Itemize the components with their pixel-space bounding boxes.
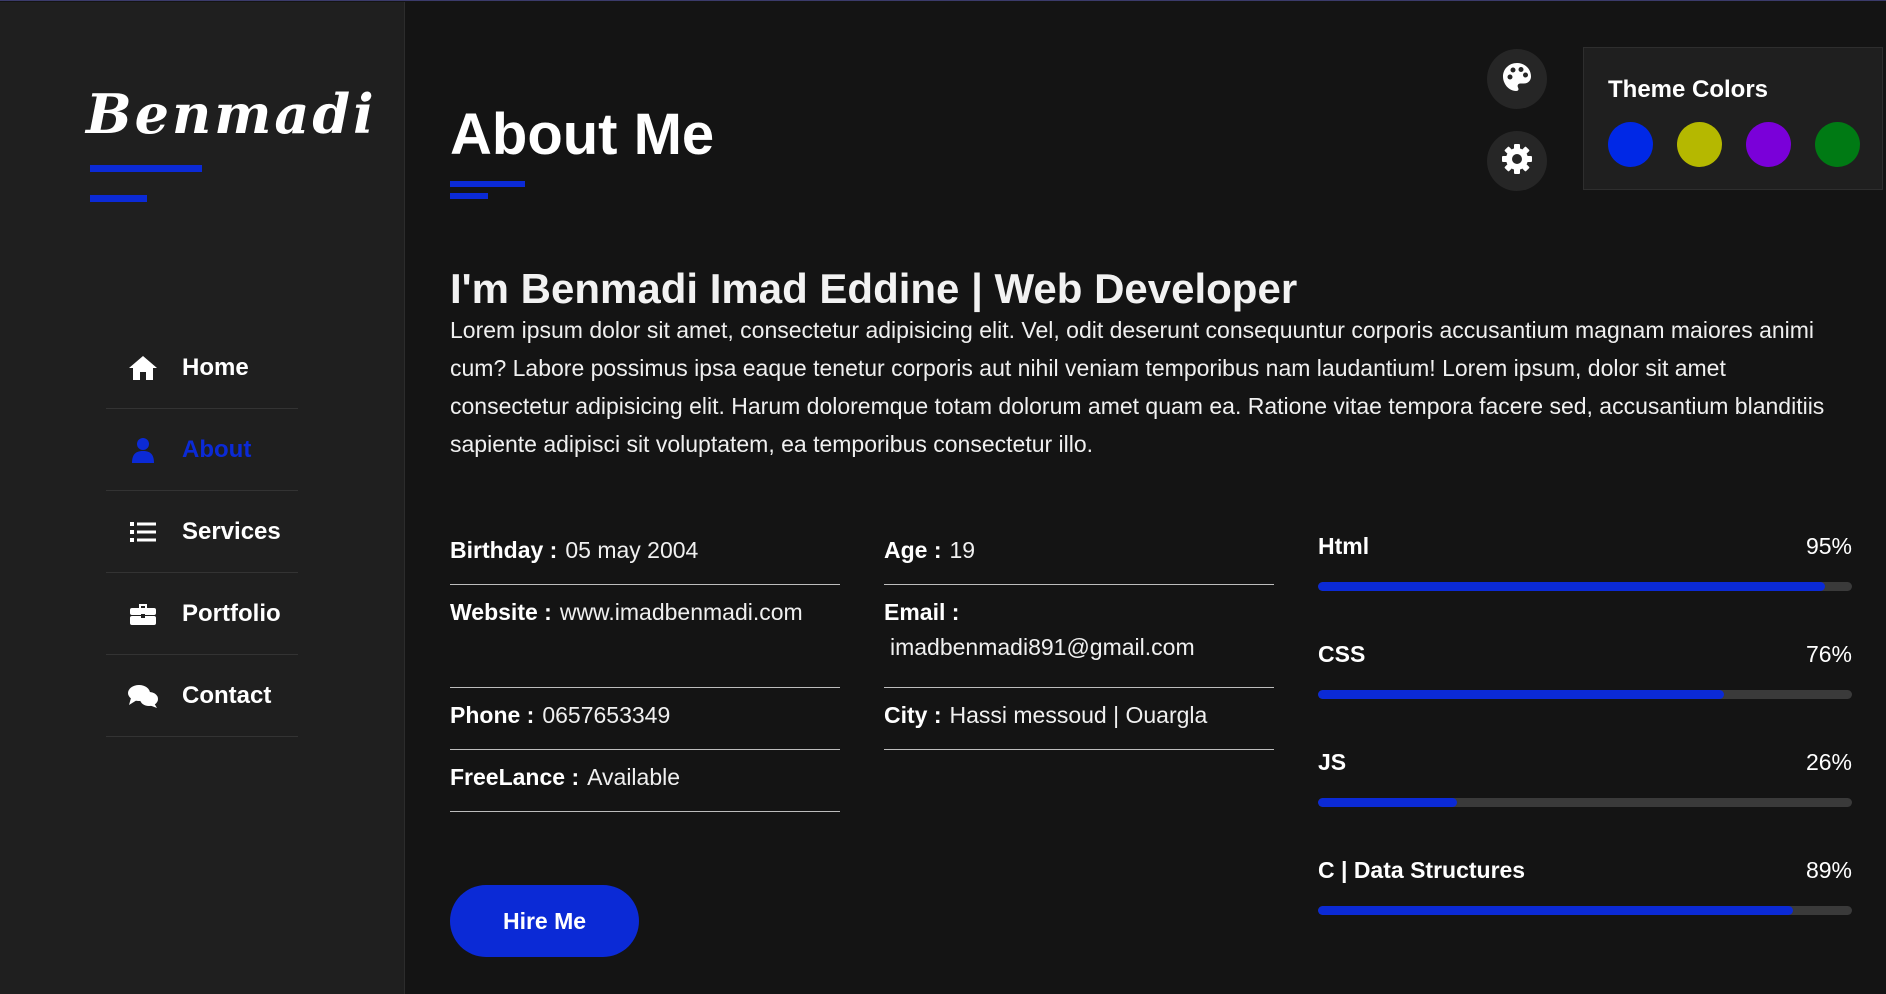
info-website: Website : www.imadbenmadi.com xyxy=(450,585,840,688)
skill-progress-fill xyxy=(1318,690,1724,699)
theme-swatch-blue[interactable] xyxy=(1608,122,1653,167)
theme-swatch-yellow[interactable] xyxy=(1677,122,1722,167)
info-key: Phone : xyxy=(450,702,535,728)
skills-list: Html 95% CSS 76% JS 26% C | Data Structu… xyxy=(1318,533,1852,965)
nav-label-services: Services xyxy=(182,517,281,545)
theme-colors-panel: Theme Colors xyxy=(1583,47,1883,190)
info-key: Age : xyxy=(884,537,942,563)
theme-swatch-purple[interactable] xyxy=(1746,122,1791,167)
info-key: FreeLance : xyxy=(450,764,580,790)
skill-percent: 76% xyxy=(1805,641,1852,667)
palette-toggle-button[interactable] xyxy=(1487,49,1547,109)
title-underline-short xyxy=(450,193,488,199)
nav-label-portfolio: Portfolio xyxy=(182,599,281,627)
palette-icon xyxy=(1502,62,1532,97)
page-title: About Me xyxy=(450,102,715,167)
sidebar: Benmadi Home About Services Portfolio Co… xyxy=(0,2,405,994)
skill-percent: 89% xyxy=(1805,857,1852,883)
logo[interactable]: Benmadi xyxy=(86,82,377,146)
info-age: Age : 19 xyxy=(884,523,1274,585)
info-birthday: Birthday : 05 may 2004 xyxy=(450,523,840,585)
title-underline xyxy=(450,181,525,187)
settings-toggle-button[interactable] xyxy=(1487,131,1547,191)
skill-percent: 95% xyxy=(1805,533,1852,559)
nav-item-portfolio[interactable]: Portfolio xyxy=(106,573,298,655)
nav-label-about: About xyxy=(182,435,252,463)
theme-colors-title: Theme Colors xyxy=(1608,76,1769,103)
info-value[interactable]: www.imadbenmadi.com xyxy=(560,599,803,625)
comments-icon xyxy=(126,681,160,711)
skill-progress-fill xyxy=(1318,798,1457,807)
briefcase-icon xyxy=(126,599,160,629)
skill-item: C | Data Structures 89% xyxy=(1318,857,1852,965)
home-icon xyxy=(126,353,160,383)
info-key: Website : xyxy=(450,599,552,625)
info-value: Hassi messoud | Ouargla xyxy=(949,702,1208,728)
skill-name: CSS xyxy=(1318,641,1366,667)
info-email: Email : imadbenmadi891@gmail.com xyxy=(884,585,1274,688)
info-key: Email : xyxy=(884,599,960,625)
list-icon xyxy=(126,517,160,547)
user-icon xyxy=(126,435,160,465)
skill-progress-fill xyxy=(1318,582,1826,591)
nav-label-contact: Contact xyxy=(182,681,272,709)
skill-progress-bar xyxy=(1318,582,1852,591)
skill-progress-bar xyxy=(1318,798,1852,807)
info-value: Available xyxy=(587,764,681,790)
skill-name: JS xyxy=(1318,749,1347,775)
hire-me-button[interactable]: Hire Me xyxy=(450,885,639,957)
logo-underline-short xyxy=(90,195,147,202)
skill-item: JS 26% xyxy=(1318,749,1852,857)
info-freelance: FreeLance : Available xyxy=(450,750,840,812)
theme-swatch-green[interactable] xyxy=(1815,122,1860,167)
info-value: 05 may 2004 xyxy=(565,537,699,563)
skill-item: CSS 76% xyxy=(1318,641,1852,749)
info-phone: Phone : 0657653349 xyxy=(450,688,840,750)
nav-item-contact[interactable]: Contact xyxy=(106,655,298,737)
info-column-left: Birthday : 05 may 2004 Website : www.imadb… xyxy=(450,523,840,812)
info-key: Birthday : xyxy=(450,537,558,563)
intro-paragraph: Lorem ipsum dolor sit amet, consectetur … xyxy=(450,317,1825,457)
skill-name: Html xyxy=(1318,533,1370,559)
info-city: City : Hassi messoud | Ouargla xyxy=(884,688,1274,750)
skill-progress-bar xyxy=(1318,906,1852,915)
skill-name: C | Data Structures xyxy=(1318,857,1526,883)
nav-menu: Home About Services Portfolio Contact xyxy=(106,327,298,737)
logo-underline xyxy=(90,165,202,172)
nav-item-home[interactable]: Home xyxy=(106,327,298,409)
info-value[interactable]: imadbenmadi891@gmail.com xyxy=(884,634,1274,661)
skill-percent: 26% xyxy=(1805,749,1852,775)
info-value: 19 xyxy=(949,537,976,563)
info-column-right: Age :19 Email : imadbenmadi891@gmail.com … xyxy=(884,523,1274,750)
info-key: City : xyxy=(884,702,942,728)
gear-icon xyxy=(1501,143,1533,180)
headline: I'm Benmadi Imad Eddine | Web Developer xyxy=(450,265,1298,312)
nav-item-about[interactable]: About xyxy=(106,409,298,491)
info-value: 0657653349 xyxy=(542,702,671,728)
nav-label-home: Home xyxy=(182,353,249,381)
skill-progress-bar xyxy=(1318,690,1852,699)
nav-item-services[interactable]: Services xyxy=(106,491,298,573)
skill-progress-fill xyxy=(1318,906,1794,915)
skill-item: Html 95% xyxy=(1318,533,1852,641)
